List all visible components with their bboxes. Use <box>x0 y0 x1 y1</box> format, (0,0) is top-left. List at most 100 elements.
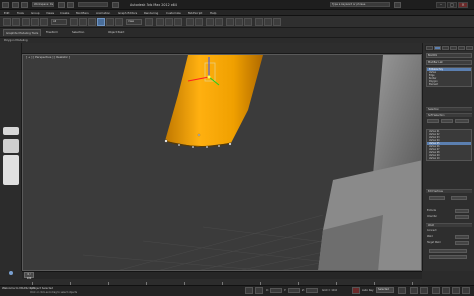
absolute-mode-icon[interactable] <box>255 287 263 294</box>
chamfer-spinner[interactable] <box>455 215 469 219</box>
undo-button[interactable] <box>3 18 11 26</box>
scale-icon[interactable] <box>115 18 123 26</box>
viewport-header <box>22 43 422 54</box>
curve-editor-icon[interactable] <box>226 18 234 26</box>
scene-node-icon[interactable] <box>9 271 13 275</box>
workspace-dropdown[interactable]: Workspace: Default <box>32 2 54 7</box>
play-icon[interactable] <box>410 287 418 294</box>
chamfer-button[interactable] <box>441 119 453 123</box>
soft-selection-rollout[interactable]: Soft Selection <box>426 113 472 117</box>
x-coordinate-field[interactable] <box>270 288 282 293</box>
maxscript-listener[interactable]: Welcome to MAXScript. <box>2 286 35 291</box>
selection-list[interactable]: Vertex 01 Vertex 02 Vertex 03 Vertex 04 … <box>426 129 472 161</box>
display-tab-icon[interactable] <box>458 46 465 50</box>
remove-button[interactable] <box>429 196 445 200</box>
auto-key-button[interactable] <box>352 287 360 294</box>
link-icon[interactable] <box>22 18 30 26</box>
material-editor-icon[interactable] <box>244 18 252 26</box>
project-dropdown[interactable] <box>78 2 108 7</box>
weld-spinner[interactable] <box>455 235 469 239</box>
selected-mesh[interactable] <box>165 55 263 147</box>
thumbnail-icon[interactable] <box>3 155 19 185</box>
select-by-name-icon[interactable] <box>79 18 87 26</box>
redo-icon[interactable] <box>67 2 74 8</box>
utilities-tab-icon[interactable] <box>466 46 473 50</box>
next-frame-icon[interactable] <box>420 287 428 294</box>
thumbnail-icon[interactable] <box>3 139 19 153</box>
remove-isolated-button[interactable] <box>429 255 467 259</box>
maximize-viewport-icon[interactable] <box>462 287 470 294</box>
stack-item[interactable]: Element <box>427 83 471 86</box>
hierarchy-tab-icon[interactable] <box>442 46 449 50</box>
weld-button[interactable] <box>427 119 439 123</box>
modifier-stack[interactable]: Editable Poly Vertex Edge Border Polygon… <box>426 67 472 87</box>
target-weld-spinner[interactable] <box>455 241 469 245</box>
save-icon[interactable] <box>112 2 119 8</box>
viewport-label[interactable]: [ + ] [ Perspective ] [ Realistic ] <box>26 55 86 60</box>
redo-button[interactable] <box>12 18 20 26</box>
create-geometry-button[interactable] <box>429 249 467 253</box>
selection-filter-dropdown[interactable]: All <box>51 19 67 25</box>
reference-coordinate-dropdown[interactable]: View <box>126 19 142 25</box>
help-icon[interactable] <box>394 2 401 8</box>
connect-label: Connect <box>427 229 437 232</box>
edit-vertices-rollout[interactable]: Edit Vertices <box>426 189 472 193</box>
create-tab-icon[interactable] <box>426 46 433 50</box>
thumbnail-icon[interactable] <box>3 127 19 135</box>
key-filter-dropdown[interactable]: Selected <box>376 287 394 293</box>
viewport-scene[interactable] <box>23 55 422 271</box>
target-weld-button[interactable] <box>455 119 469 123</box>
weld-rollout[interactable]: Weld <box>426 223 472 227</box>
snap-toggle-icon[interactable] <box>156 18 164 26</box>
time-slider[interactable]: 0 / 100 <box>24 272 34 280</box>
y-coordinate-field[interactable] <box>288 288 300 293</box>
time-slider-track[interactable] <box>22 271 422 279</box>
mirror-icon[interactable] <box>186 18 194 26</box>
search-input[interactable]: Type a keyword or phrase <box>330 2 390 7</box>
schematic-view-icon[interactable] <box>235 18 243 26</box>
render-production-icon[interactable] <box>273 18 281 26</box>
tab-selection[interactable]: Selection <box>70 29 86 36</box>
rect-selection-icon[interactable] <box>88 18 96 26</box>
new-scene-icon[interactable] <box>12 2 19 8</box>
close-button[interactable]: × <box>458 2 468 8</box>
maximize-button[interactable]: □ <box>447 2 457 8</box>
select-object-icon[interactable] <box>70 18 78 26</box>
bind-space-warp-icon[interactable] <box>40 18 48 26</box>
break-button[interactable] <box>451 196 467 200</box>
list-item[interactable]: Vertex 10 <box>427 157 471 160</box>
modifier-list-dropdown[interactable]: Modifier List <box>426 60 472 65</box>
undo-icon[interactable] <box>58 2 65 8</box>
orbit-icon[interactable] <box>452 287 460 294</box>
tab-freeform[interactable]: Freeform <box>44 29 60 36</box>
object-name-field[interactable]: Box001 <box>426 53 472 58</box>
modify-tab-icon[interactable] <box>434 46 441 50</box>
tab-object-paint[interactable]: Object Paint <box>106 29 126 36</box>
lock-selection-icon[interactable] <box>245 287 253 294</box>
unlink-icon[interactable] <box>31 18 39 26</box>
layer-manager-icon[interactable] <box>206 18 214 26</box>
percent-snap-icon[interactable] <box>174 18 182 26</box>
app-logo-icon[interactable] <box>2 2 9 8</box>
move-icon[interactable] <box>97 18 105 26</box>
perspective-viewport[interactable] <box>22 54 422 271</box>
tab-graphite-modeling[interactable]: Graphite Modeling Tools <box>3 29 42 36</box>
set-key-button[interactable] <box>398 287 406 294</box>
graphite-toggle-icon[interactable] <box>215 18 223 26</box>
motion-tab-icon[interactable] <box>450 46 457 50</box>
minimize-button[interactable]: – <box>436 2 446 8</box>
extrude-spinner[interactable] <box>455 209 469 213</box>
rotate-icon[interactable] <box>106 18 114 26</box>
zoom-extents-icon[interactable] <box>432 287 440 294</box>
auto-key-label: Auto Key <box>362 289 374 292</box>
render-setup-icon[interactable] <box>255 18 263 26</box>
open-file-icon[interactable] <box>21 2 28 8</box>
align-icon[interactable] <box>195 18 203 26</box>
pivot-center-icon[interactable] <box>145 18 153 26</box>
pan-icon[interactable] <box>442 287 450 294</box>
x-label: X: <box>266 289 269 292</box>
rendered-frame-icon[interactable] <box>264 18 272 26</box>
selection-rollout[interactable]: Selection <box>426 107 472 111</box>
z-coordinate-field[interactable] <box>306 288 318 293</box>
angle-snap-icon[interactable] <box>165 18 173 26</box>
